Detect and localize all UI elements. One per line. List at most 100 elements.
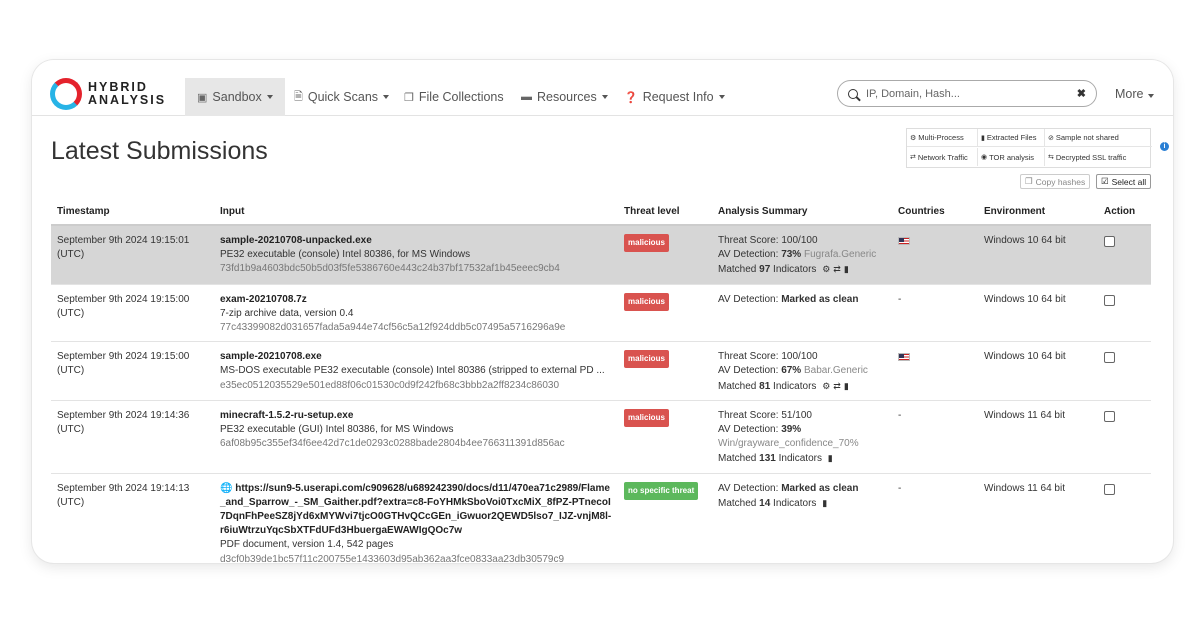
nav-sandbox-label: Sandbox xyxy=(212,90,262,104)
table-row[interactable]: September 9th 2024 19:14:13 (UTC) 🌐 https… xyxy=(51,473,1151,563)
av-label: AV Detection: xyxy=(718,482,782,494)
legend-tor-analysis: ◉ TOR analysis xyxy=(978,148,1045,166)
timezone: (UTC) xyxy=(57,307,85,319)
file-hash[interactable]: 6af08b95c355ef34f6ee42d7c1de0293c0288bad… xyxy=(220,437,612,451)
av-family: Fugrafa.Generic xyxy=(803,249,877,261)
exchange-icon: ⇄ xyxy=(833,264,841,275)
search-box[interactable]: ✖ xyxy=(837,80,1097,107)
copy-hashes-button[interactable]: ❐ Copy hashes xyxy=(1020,174,1091,189)
countries-cell: - xyxy=(892,473,978,563)
table-row[interactable]: September 9th 2024 19:15:00 (UTC) sample-… xyxy=(51,341,1151,401)
row-checkbox[interactable] xyxy=(1104,410,1115,422)
row-checkbox[interactable] xyxy=(1104,352,1115,364)
page-title: Latest Submissions xyxy=(51,137,268,165)
nav-resources-label: Resources xyxy=(537,90,597,104)
logo[interactable]: HYBRID ANALYSIS xyxy=(50,78,166,110)
av-family: Babar.Generic xyxy=(803,365,868,377)
gears-icon: ⚙ xyxy=(822,380,831,391)
countries-cell: - xyxy=(892,400,978,474)
legend-label: Decrypted SSL traffic xyxy=(1055,152,1127,162)
row-checkbox[interactable] xyxy=(1104,483,1115,495)
table-row[interactable]: September 9th 2024 19:14:36 (UTC) minecra… xyxy=(51,400,1151,474)
legend-network-traffic: ⇄ Network Traffic xyxy=(907,148,978,166)
copy-icon: ❐ xyxy=(1025,176,1033,186)
av-percent: 67% xyxy=(781,365,802,377)
header-timestamp[interactable]: Timestamp xyxy=(51,198,214,226)
threat-badge: malicious xyxy=(624,234,669,252)
logo-line-2: ANALYSIS xyxy=(88,93,167,107)
matched-indicators: Matched 14 Indicators ▮ xyxy=(718,496,886,511)
close-icon[interactable]: ✖ xyxy=(1077,87,1086,100)
info-icon[interactable]: i xyxy=(1160,142,1169,151)
nav-sandbox[interactable]: ▣ Sandbox xyxy=(185,78,285,116)
action-cell xyxy=(1098,473,1151,563)
indicator-count: 14 xyxy=(759,497,771,509)
analysis-cell: AV Detection: Marked as clean Matched 14… xyxy=(712,473,892,563)
timestamp-cell: September 9th 2024 19:15:00 (UTC) xyxy=(51,284,214,343)
table-row[interactable]: September 9th 2024 19:15:00 (UTC) exam-20… xyxy=(51,284,1151,343)
logo-text: HYBRID ANALYSIS xyxy=(88,81,166,107)
select-all-label: Select all xyxy=(1111,176,1147,187)
top-navbar: HYBRID ANALYSIS ▣ Sandbox 🗎 Quick Scans … xyxy=(32,60,1173,116)
us-flag-icon xyxy=(898,237,910,245)
analysis-cell: Threat Score: 51/100 AV Detection: 39% W… xyxy=(712,400,892,474)
user-secret-icon: ◉ xyxy=(981,154,988,161)
nav-request-info[interactable]: ❓ Request Info xyxy=(612,78,737,116)
row-checkbox[interactable] xyxy=(1104,294,1115,306)
nav-resources[interactable]: ▬ Resources xyxy=(509,78,620,116)
timezone: (UTC) xyxy=(57,496,85,508)
search-input[interactable] xyxy=(866,87,1076,100)
header-input[interactable]: Input xyxy=(214,198,618,226)
exchange-icon: ⇄ xyxy=(833,380,841,391)
nav-more[interactable]: More xyxy=(1115,87,1155,101)
environment-cell: Windows 10 64 bit xyxy=(978,225,1098,285)
av-detection: AV Detection: Marked as clean xyxy=(718,482,886,496)
file-icon: 🗎 xyxy=(294,90,303,103)
matched-post: Indicators xyxy=(770,380,817,392)
legend-decrypted-ssl: ⇆ Decrypted SSL traffic xyxy=(1045,148,1152,166)
matched-post: Indicators xyxy=(770,264,817,276)
header-threat-level[interactable]: Threat level xyxy=(618,198,712,226)
nav-more-label: More xyxy=(1115,87,1144,101)
timestamp: September 9th 2024 19:15:00 xyxy=(57,351,190,363)
file-name[interactable]: minecraft-1.5.2-ru-setup.exe xyxy=(220,409,612,423)
header-analysis-summary[interactable]: Analysis Summary xyxy=(712,198,892,226)
icon-legend: ⚙ Multi-Process ▮ Extracted Files ⊘ Sample … xyxy=(906,128,1169,168)
timestamp-cell: September 9th 2024 19:14:36 (UTC) xyxy=(51,400,214,474)
file-icon: ▮ xyxy=(843,264,849,275)
url-text: https://sun9-5.userapi.com/c909628/u6892… xyxy=(220,482,612,537)
timestamp: September 9th 2024 19:15:01 xyxy=(57,235,190,246)
logo-ring-icon xyxy=(50,78,82,110)
matched-pre: Matched xyxy=(718,380,760,392)
nav-quick-scans[interactable]: 🗎 Quick Scans xyxy=(282,78,401,116)
exchange-icon: ⇄ xyxy=(910,154,916,161)
url-link[interactable]: 🌐 https://sun9-5.userapi.com/c909628/u68… xyxy=(220,482,612,539)
file-name[interactable]: sample-20210708.exe xyxy=(220,350,612,364)
row-checkbox[interactable] xyxy=(1104,236,1115,247)
matched-indicators: Matched 97 Indicators ⚙ ⇄ ▮ xyxy=(718,262,886,277)
table-row[interactable]: September 9th 2024 19:15:01 (UTC) sample-… xyxy=(51,225,1151,285)
legend-label: Sample not shared xyxy=(1055,133,1119,142)
matched-pre: Matched xyxy=(718,264,760,276)
file-hash[interactable]: 77c43399082d031657fada5a944e74cf56c5a12f… xyxy=(220,321,612,335)
countries-cell xyxy=(892,341,978,401)
environment-cell: Windows 10 64 bit xyxy=(978,284,1098,343)
matched-post: Indicators xyxy=(775,453,822,465)
caret-down-icon xyxy=(266,95,273,99)
threat-score: Threat Score: 100/100 xyxy=(718,235,818,246)
file-hash[interactable]: d3cf0b39de1bc57f11c200755e1433603d95ab36… xyxy=(220,553,612,563)
file-hash[interactable]: e35ec0512035529e501ed88f06c01530c0d9f242… xyxy=(220,379,612,393)
cube-icon: ▣ xyxy=(197,91,208,104)
select-all-button[interactable]: ☑ Select all xyxy=(1096,174,1152,189)
file-name[interactable]: sample-20210708-unpacked.exe xyxy=(220,234,612,248)
check-square-icon: ☑ xyxy=(1101,176,1109,186)
analysis-cell: Threat Score: 100/100 AV Detection: 67% … xyxy=(712,341,892,401)
file-hash[interactable]: 73fd1b9a4603bdc50b5d03f5fe5386760e443c24… xyxy=(220,262,612,276)
header-countries[interactable]: Countries xyxy=(892,198,978,226)
header-environment[interactable]: Environment xyxy=(978,198,1098,226)
threat-cell: malicious xyxy=(618,400,712,474)
us-flag-icon xyxy=(898,353,910,362)
nav-file-collections[interactable]: ❐ File Collections xyxy=(392,78,516,116)
file-name[interactable]: exam-20210708.7z xyxy=(220,293,612,307)
legend-multi-process: ⚙ Multi-Process xyxy=(907,129,978,147)
